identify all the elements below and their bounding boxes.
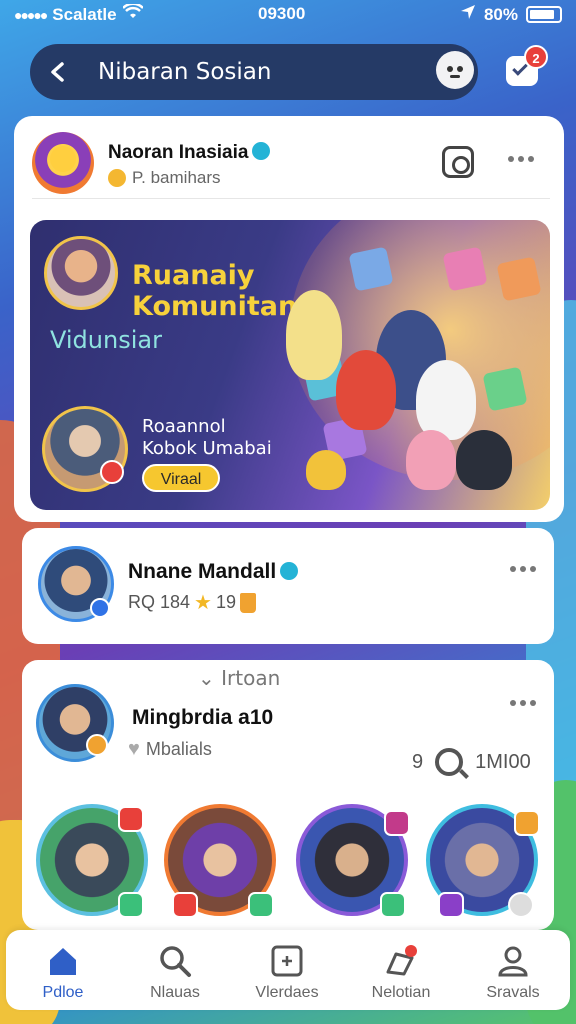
home-icon [46,944,80,978]
post-meta-text: Mbalials [145,739,212,759]
post-meta: P. bamihars [108,168,221,188]
header-bar[interactable]: Nibaran Sosian [30,44,478,100]
search-icon[interactable] [435,748,464,776]
verified-badge-icon [280,562,299,580]
post-meta-text: P. bamihars [132,168,221,187]
more-options-icon[interactable] [510,566,542,574]
face-eye-icon [447,66,453,72]
banner-subtitle: Vidunsiar [50,326,162,354]
star-icon: ★ [194,592,212,614]
post-author[interactable]: Naoran Inasiaia [108,142,271,164]
heart-icon[interactable]: ♥ [128,738,140,761]
banner-illustration [266,246,542,490]
back-arrow-icon[interactable] [44,58,72,86]
post-author-name[interactable]: Mingbrdia a10 [132,706,273,730]
play-badge-icon [100,460,124,484]
face-mouth-icon [450,75,460,78]
video-badge-icon [90,598,110,618]
story-badge-icon [118,892,144,918]
nav-home[interactable]: Pdloe [8,940,118,1004]
nav-profile[interactable]: Sravals [458,940,568,1004]
more-options-icon[interactable] [510,700,542,708]
grid-icon [270,944,304,978]
search-icon [158,944,192,978]
status-bar: ●●●●● Scalatle 09300 80% [0,0,576,30]
nav-label: Sravals [486,984,540,1001]
feed-card-second: Nnane Mandall RQ 184 ★ 19 [22,528,554,644]
story-badge-icon [118,806,144,832]
profile-icon [496,944,530,978]
banner-caption-line2: Kobok Umabai [142,438,272,459]
nav-label: Pdloe [42,984,84,1001]
feed-card-third: ⌄ Irtoan Mingbrdia a10 ♥ Mbalials 9 1MI0… [22,660,554,930]
video-badge-icon [86,734,108,756]
post-stats: 9 1MI00 [412,748,531,776]
banner-caption-line1: Roaannol [142,416,226,437]
notification-badge: 2 [524,45,548,69]
carrier-label: Scalatle [52,4,117,24]
divider [32,198,550,199]
banner-caption: Roaannol Kobok Umabai [142,416,272,460]
banner-avatar [44,236,118,310]
story-badge-icon [438,892,464,918]
verified-badge-icon [252,142,271,160]
battery-icon [526,6,562,23]
nav-videos[interactable]: Vlerdaes [232,940,342,1004]
bottom-navigation: Pdloe Nlauas Vlerdaes Nelotian Sravals [6,930,570,1010]
page-title: Nibaran Sosian [98,59,272,85]
story-badge-icon [248,892,274,918]
section-label[interactable]: ⌄ Irtoan [198,666,280,690]
story-badge-icon [384,810,410,836]
heart-icon[interactable] [508,892,534,918]
signal-icon: ●●●●● [14,6,48,23]
more-options-icon[interactable] [508,156,540,164]
post-meta-count: RQ 184 [128,592,191,612]
clock: 09300 [258,4,306,23]
post-meta: ♥ Mbalials [128,738,212,761]
nav-label: Nlauas [150,984,200,1001]
story-badge-icon [172,892,198,918]
battery-percent: 80% [483,4,518,24]
feed-card-main: Naoran Inasiaia P. bamihars Ruanaiy Komu… [14,116,564,522]
wifi-icon [121,2,144,25]
community-banner[interactable]: Ruanaiy Komunitans Vidunsiar Roaannol Ko… [30,220,550,510]
post-author[interactable]: Nnane Mandall [128,560,299,584]
stat-views: 1MI00 [475,750,531,773]
location-arrow-icon [460,4,476,25]
nav-label: Nelotian [371,984,431,1001]
camera-icon[interactable] [442,146,474,178]
emoji-face-button[interactable] [436,51,474,89]
post-author-name: Naoran Inasiaia [108,142,249,163]
avatar[interactable] [32,132,94,194]
nav-search[interactable]: Nlauas [120,940,230,1004]
nav-notifications[interactable]: Nelotian [346,940,456,1004]
story-badge-icon [380,892,406,918]
fries-icon [240,592,257,613]
post-meta-rating: 19 [215,592,237,612]
nav-label: Vlerdaes [255,984,319,1001]
post-author-name: Nnane Mandall [128,560,277,583]
story-badge-icon [514,810,540,836]
notification-icon [384,944,418,978]
banner-action-button[interactable]: Viraal [142,464,220,492]
post-meta: RQ 184 ★ 19 [128,590,257,615]
stat-count: 9 [412,750,424,773]
face-eye-icon [457,66,463,72]
smile-emoji-icon [108,169,126,187]
